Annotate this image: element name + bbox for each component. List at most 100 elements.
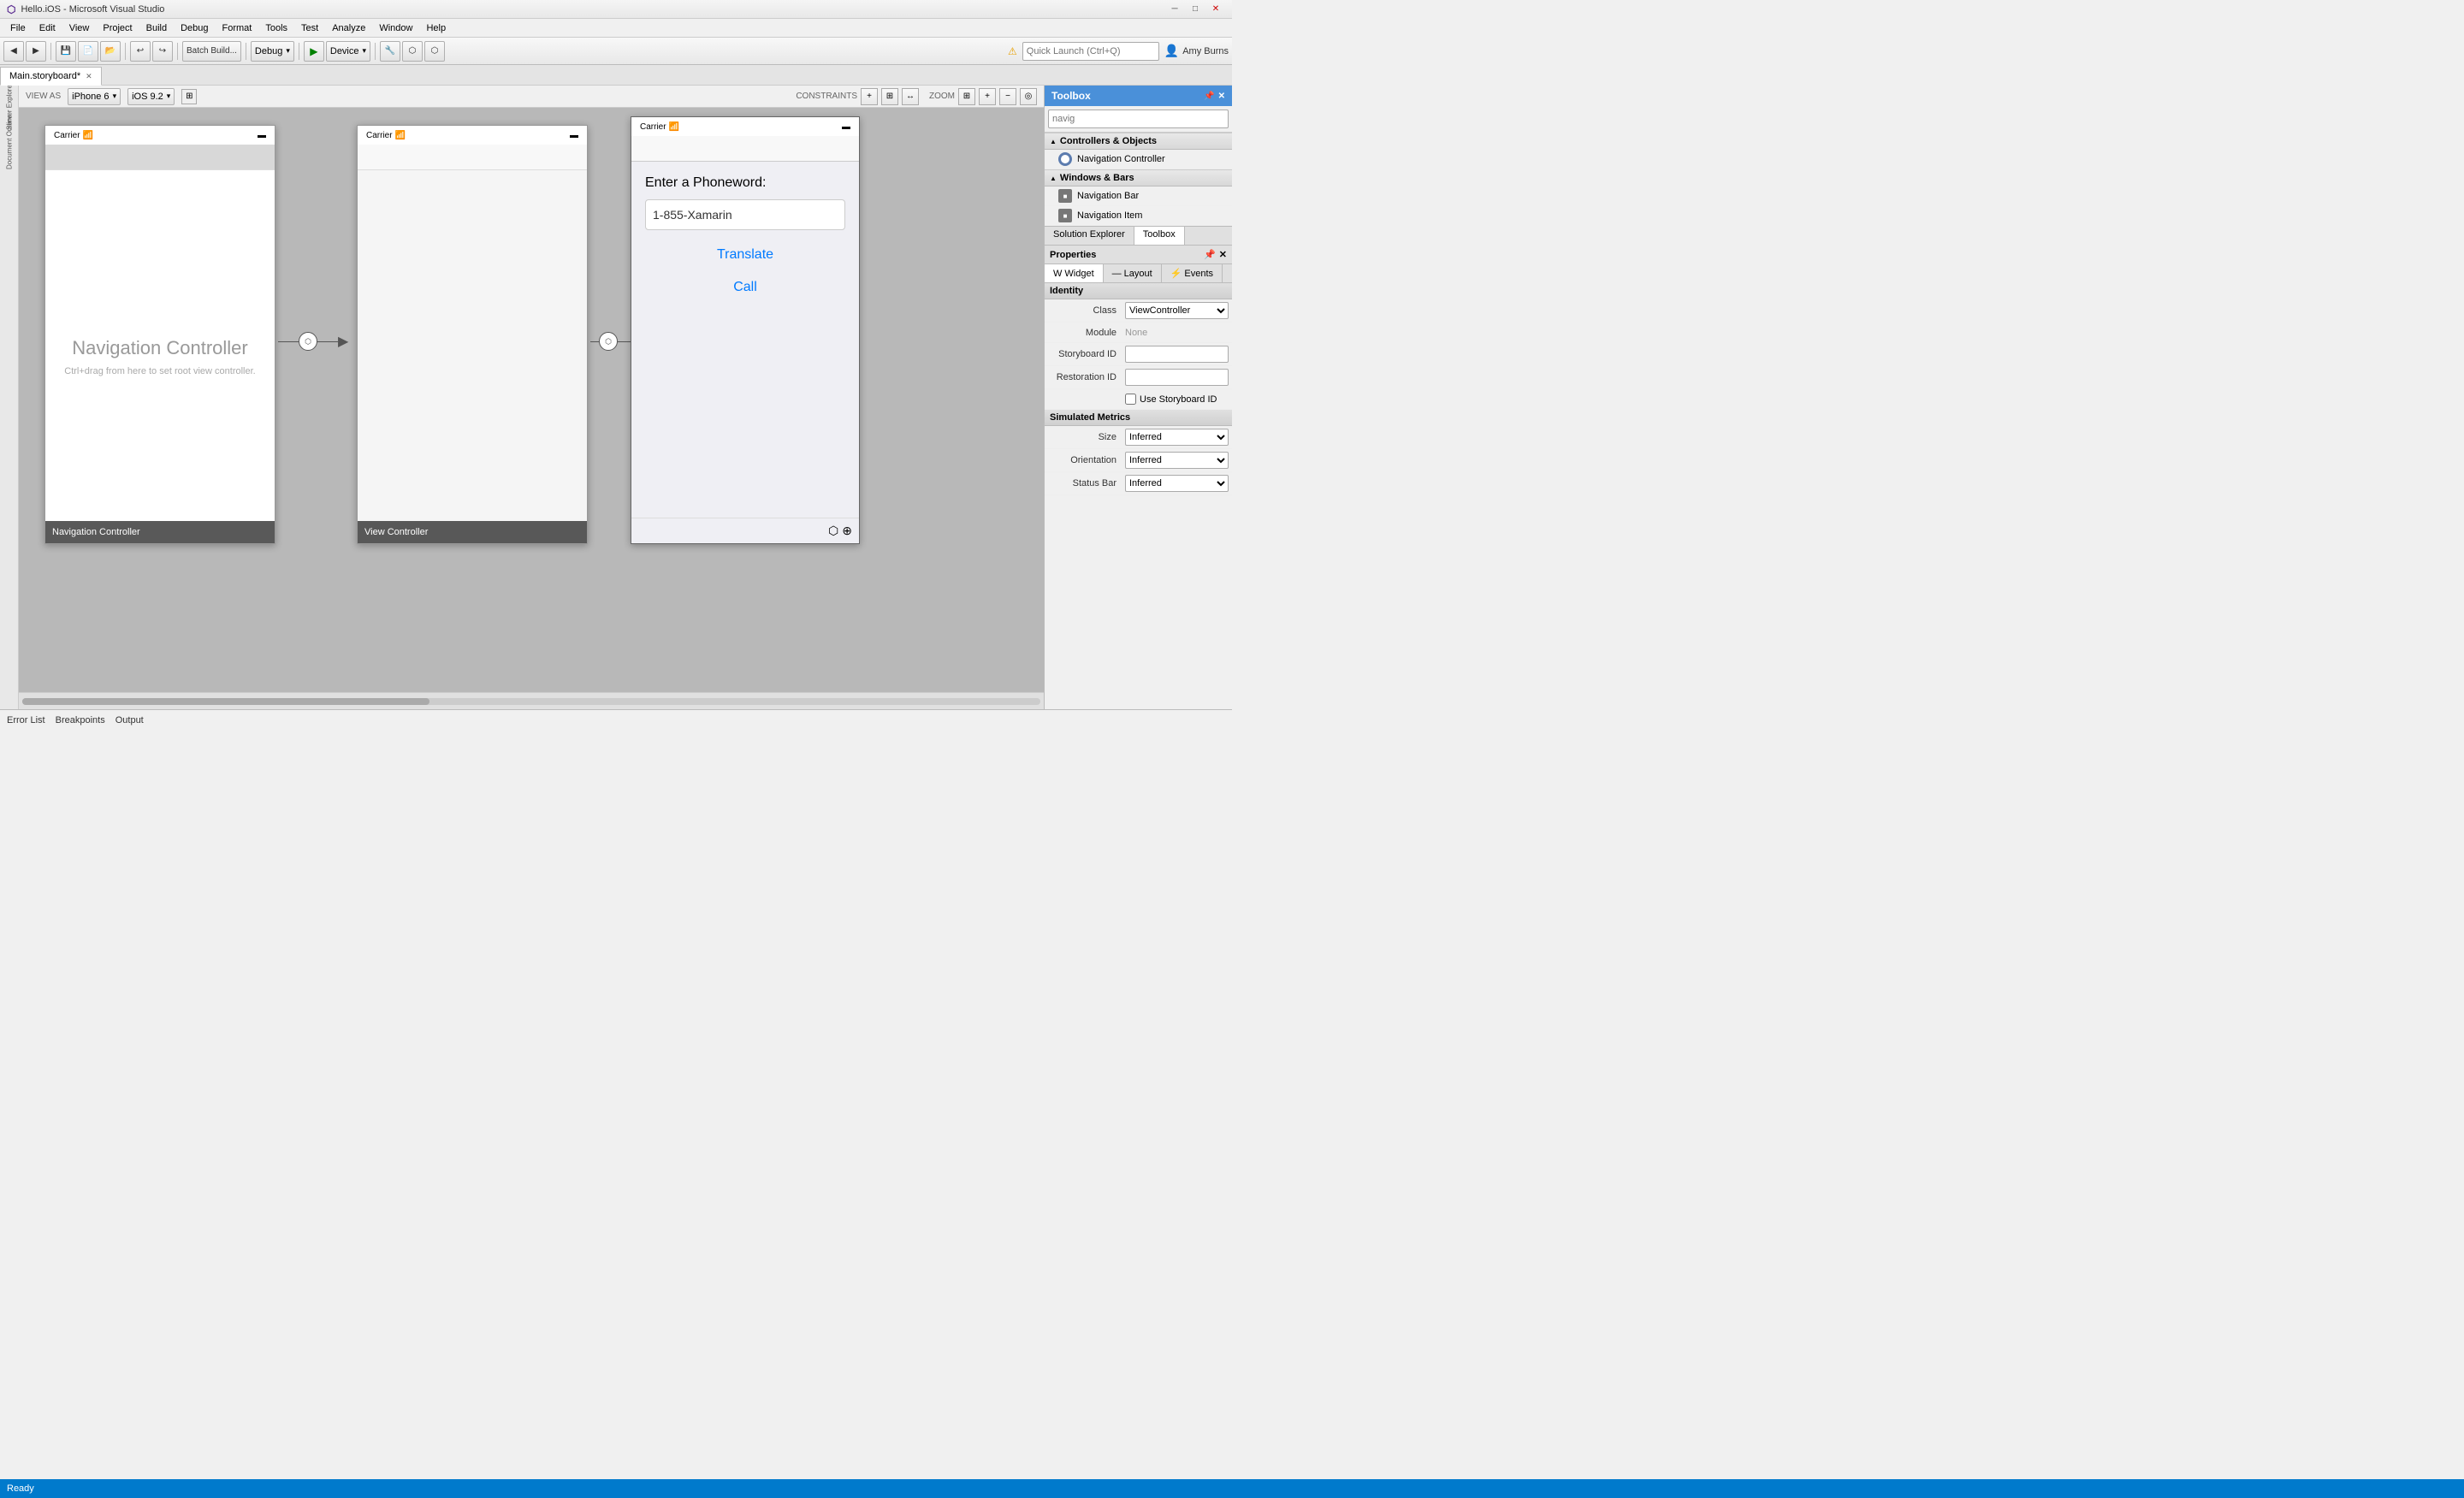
debug-dropdown[interactable]: Debug: [251, 41, 294, 62]
simulated-metrics-header[interactable]: Simulated Metrics: [1045, 410, 1232, 426]
error-list-tab[interactable]: Error List: [7, 715, 45, 725]
toolbox-section-windows[interactable]: Windows & Bars: [1045, 169, 1232, 187]
orientation-value[interactable]: Inferred: [1122, 449, 1232, 471]
events-icon: ⚡: [1170, 268, 1182, 279]
right-panel: Toolbox 📌 ✕ Controllers & Objects Naviga…: [1044, 86, 1232, 709]
menu-debug[interactable]: Debug: [174, 19, 215, 38]
translate-button[interactable]: Translate: [645, 247, 845, 263]
view-controller-frame[interactable]: Carrier 📶 ▬ View Controller: [357, 125, 588, 544]
toolbox-pin-button[interactable]: 📌: [1204, 92, 1214, 101]
tab-main-storyboard[interactable]: Main.storyboard* ✕: [0, 67, 102, 86]
toolbox-section-controllers[interactable]: Controllers & Objects: [1045, 133, 1232, 150]
prop-tab-widget[interactable]: W Widget: [1045, 264, 1104, 282]
restore-button[interactable]: □: [1186, 1, 1205, 18]
sidebar-document-outline[interactable]: Document Outline: [2, 125, 17, 159]
status-bar-dropdown[interactable]: Inferred: [1125, 475, 1229, 492]
play-button[interactable]: ▶: [304, 41, 324, 62]
constraints-btn2[interactable]: ⊞: [881, 88, 898, 105]
undo-button[interactable]: ↩: [130, 41, 151, 62]
phoneword-input[interactable]: [645, 199, 845, 230]
back-button[interactable]: ◀: [3, 41, 24, 62]
new-file-button[interactable]: 📄: [78, 41, 98, 62]
toolbox-item-nav-bar[interactable]: ■ Navigation Bar: [1045, 187, 1232, 206]
toolbox-search-input[interactable]: [1048, 110, 1229, 128]
tools-btn3[interactable]: ⬡: [424, 41, 445, 62]
identity-section-header[interactable]: Identity: [1045, 283, 1232, 299]
menu-view[interactable]: View: [62, 19, 97, 38]
prop-tab-events[interactable]: ⚡ Events: [1162, 264, 1223, 282]
open-button[interactable]: 📂: [100, 41, 121, 62]
app-icon: ⬡: [7, 3, 15, 15]
nav-bar-empty: [45, 145, 275, 170]
arrow-2-line-left: [590, 341, 599, 342]
canvas-content[interactable]: Carrier 📶 ▬ Navigation Controller Ctrl+d…: [19, 108, 1044, 692]
root-carrier-text: Carrier: [640, 122, 666, 132]
close-button[interactable]: ✕: [1206, 1, 1225, 18]
restoration-id-input[interactable]: [1125, 369, 1229, 386]
solution-explorer-tab[interactable]: Solution Explorer: [1045, 227, 1134, 245]
constraints-btn3[interactable]: ↔: [902, 88, 919, 105]
canvas-scrollbar[interactable]: [19, 692, 1044, 709]
ios-version-dropdown[interactable]: iOS 9.2: [127, 88, 175, 105]
zoom-in-btn[interactable]: +: [979, 88, 996, 105]
nav-controller-frame[interactable]: Carrier 📶 ▬ Navigation Controller Ctrl+d…: [44, 125, 275, 544]
tools-btn1[interactable]: 🔧: [380, 41, 400, 62]
size-value[interactable]: Inferred: [1122, 426, 1232, 448]
module-value: None: [1122, 325, 1232, 340]
menu-build[interactable]: Build: [139, 19, 174, 38]
menu-test[interactable]: Test: [294, 19, 325, 38]
size-dropdown[interactable]: Inferred: [1125, 429, 1229, 446]
class-value[interactable]: ViewController: [1122, 299, 1232, 322]
restoration-id-value[interactable]: [1122, 366, 1232, 388]
root-vc-frame[interactable]: Root View Controller Carrier 📶 ▬ Enter a…: [631, 116, 860, 544]
properties-panel: Properties 📌 ✕ W Widget — Layout ⚡ Event…: [1045, 245, 1232, 709]
storyboard-id-input[interactable]: [1125, 346, 1229, 363]
root-status-right: ▬: [842, 122, 850, 132]
output-tab[interactable]: Output: [116, 715, 144, 725]
menu-edit[interactable]: Edit: [33, 19, 62, 38]
quick-launch-input[interactable]: [1022, 42, 1159, 61]
use-storyboard-id-checkbox[interactable]: [1125, 394, 1136, 405]
redo-button[interactable]: ↪: [152, 41, 173, 62]
save-button[interactable]: 💾: [56, 41, 76, 62]
scrollbar-thumb[interactable]: [22, 698, 429, 705]
menu-window[interactable]: Window: [372, 19, 419, 38]
menu-tools[interactable]: Tools: [258, 19, 294, 38]
constraints-btn1[interactable]: +: [861, 88, 878, 105]
status-right: ▬: [258, 131, 266, 140]
menu-format[interactable]: Format: [216, 19, 259, 38]
tab-close-button[interactable]: ✕: [86, 72, 92, 81]
toolbox-close-button[interactable]: ✕: [1218, 92, 1225, 101]
arrow-1-line-right: [317, 341, 338, 342]
storyboard-id-value[interactable]: [1122, 343, 1232, 365]
properties-tabs-bar: W Widget — Layout ⚡ Events: [1045, 264, 1232, 283]
arrow-1-inner: ⬡ ▶: [278, 332, 348, 351]
arrow-1-head: ▶: [338, 333, 348, 350]
device-size-dropdown[interactable]: iPhone 6: [68, 88, 121, 105]
batch-build-button[interactable]: Batch Build...: [182, 41, 241, 62]
forward-button[interactable]: ▶: [26, 41, 46, 62]
menu-analyze[interactable]: Analyze: [325, 19, 372, 38]
properties-pin[interactable]: 📌: [1204, 249, 1216, 260]
prop-tab-layout[interactable]: — Layout: [1104, 264, 1162, 282]
status-bar: Ready: [0, 1479, 2464, 1498]
toolbox-item-nav-item[interactable]: ■ Navigation Item: [1045, 206, 1232, 226]
zoom-fit-btn[interactable]: ⊞: [958, 88, 975, 105]
device-dropdown[interactable]: Device: [326, 41, 370, 62]
properties-close[interactable]: ✕: [1219, 249, 1227, 260]
aspect-icon[interactable]: ⊞: [181, 89, 197, 104]
menu-file[interactable]: File: [3, 19, 33, 38]
toolbox-item-nav-controller[interactable]: Navigation Controller: [1045, 150, 1232, 169]
class-dropdown[interactable]: ViewController: [1125, 302, 1229, 319]
zoom-out-btn[interactable]: −: [999, 88, 1016, 105]
orientation-dropdown[interactable]: Inferred: [1125, 452, 1229, 469]
menu-project[interactable]: Project: [96, 19, 139, 38]
menu-help[interactable]: Help: [419, 19, 453, 38]
minimize-button[interactable]: ─: [1165, 1, 1184, 18]
zoom-reset-btn[interactable]: ◎: [1020, 88, 1037, 105]
toolbox-tab[interactable]: Toolbox: [1134, 227, 1185, 245]
breakpoints-tab[interactable]: Breakpoints: [56, 715, 105, 725]
tools-btn2[interactable]: ⬡: [402, 41, 423, 62]
call-button[interactable]: Call: [645, 280, 845, 295]
status-bar-value[interactable]: Inferred: [1122, 472, 1232, 494]
